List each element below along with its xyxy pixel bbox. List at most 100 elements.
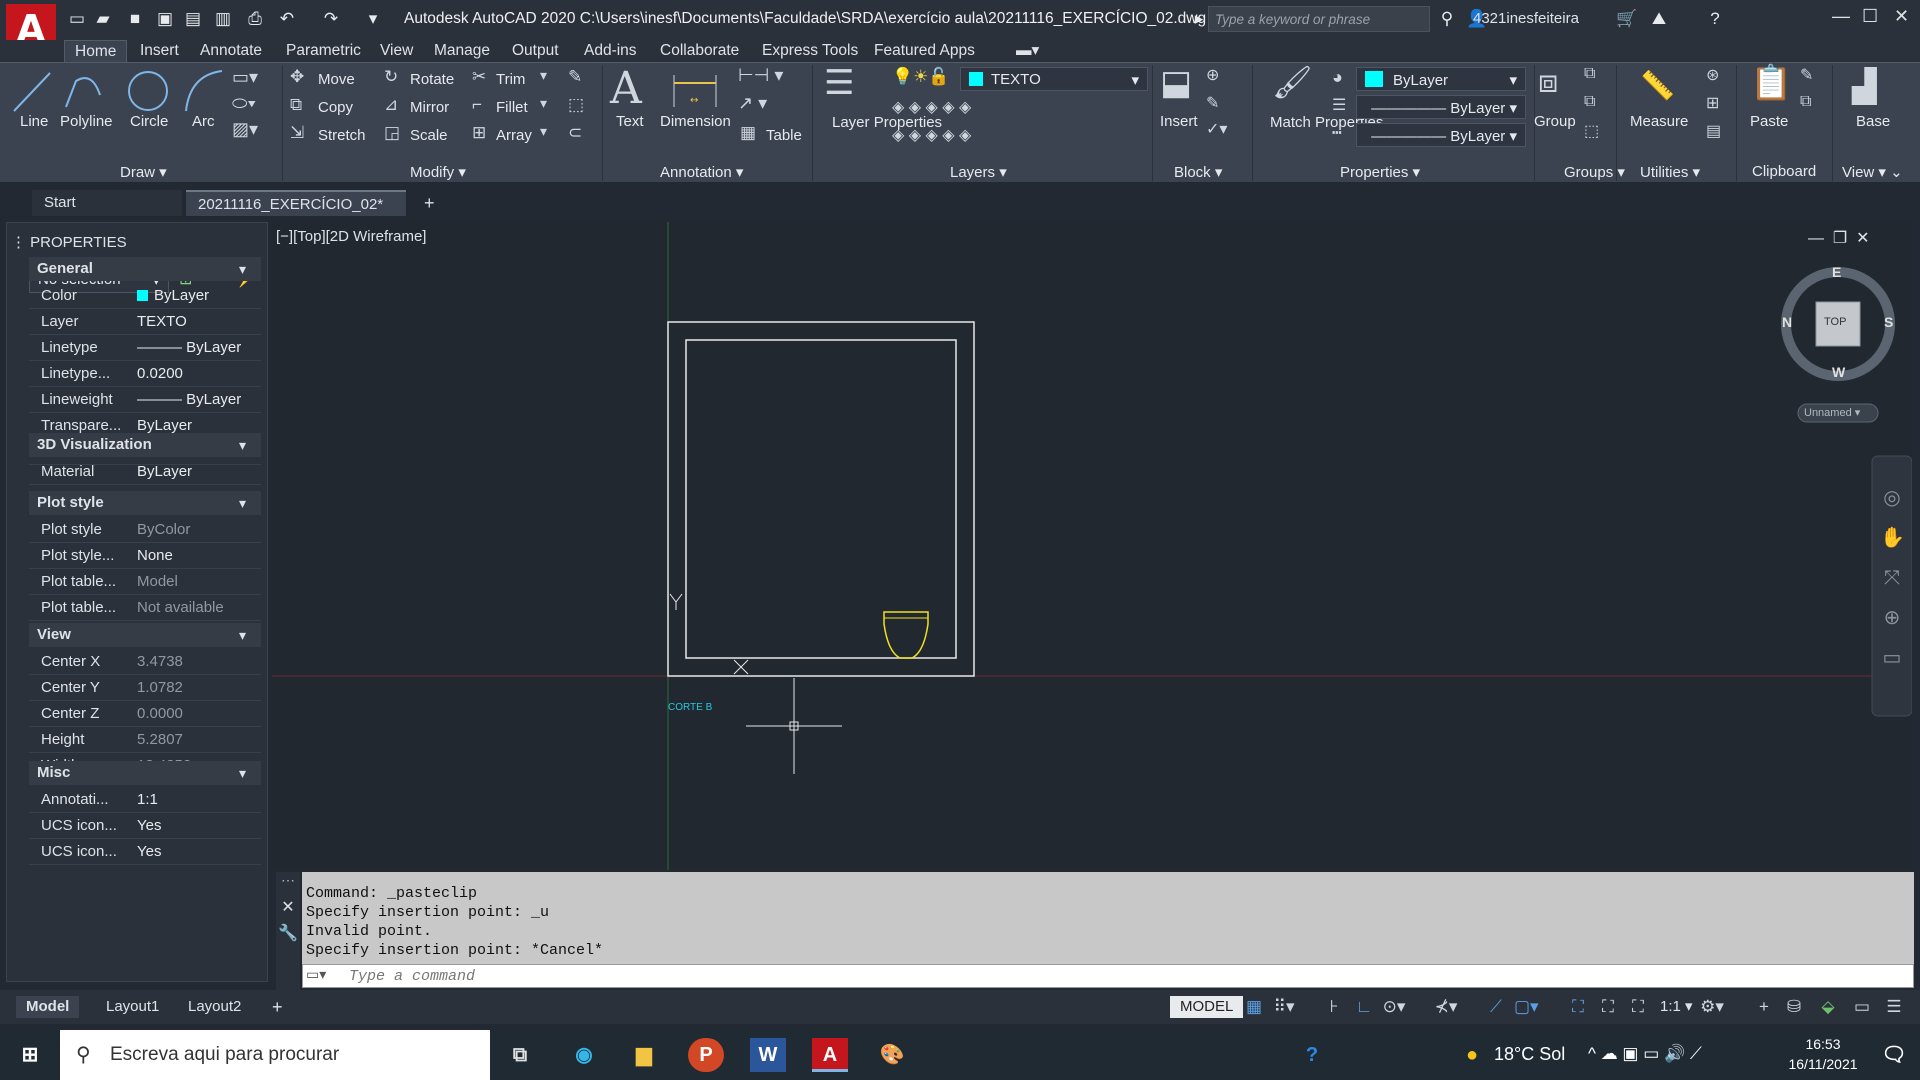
tab-start[interactable]: Start (32, 190, 182, 216)
array-button[interactable]: Array (496, 127, 532, 144)
section-general[interactable]: General (29, 257, 261, 281)
open-web-icon[interactable]: ▤ (182, 8, 204, 30)
color-wheel-icon[interactable]: ◕ (1332, 67, 1343, 88)
hatch-icon[interactable]: ▨▾ (232, 119, 258, 140)
close-icon[interactable]: ✕ (1894, 6, 1909, 27)
tab-layout1[interactable]: Layout1 (96, 996, 169, 1018)
select-all-icon[interactable]: ⊞ (1706, 93, 1719, 113)
tab-layout2[interactable]: Layout2 (178, 996, 251, 1018)
property-value[interactable]: ——— ByLayer (137, 335, 241, 361)
ortho-icon[interactable]: ⊦ (1322, 996, 1346, 1018)
clean-screen-icon[interactable]: ▭ (1850, 996, 1874, 1018)
group-edit-icon[interactable]: ⧉ (1584, 93, 1595, 111)
property-value[interactable]: Not available (137, 595, 224, 621)
block-panel-label[interactable]: Block ▾ (1174, 163, 1222, 183)
dimension-button[interactable]: Dimension (660, 113, 731, 130)
paste-button[interactable]: Paste (1750, 113, 1788, 130)
tray-icons[interactable]: ^ ☁ ▣ ▭ 🔊 ⟋ (1588, 1044, 1702, 1064)
help-icon[interactable]: ? (1704, 8, 1726, 30)
line-icon[interactable] (10, 67, 54, 117)
tab-output[interactable]: Output (502, 40, 569, 62)
fillet-dropdown-icon[interactable]: ▾ (540, 95, 547, 112)
section-viz[interactable]: 3D Visualization (29, 433, 261, 457)
property-row[interactable]: Annotati... 1:1 (29, 787, 261, 813)
array-dropdown-icon[interactable]: ▾ (540, 123, 547, 140)
property-row[interactable]: Center X 3.4738 (29, 649, 261, 675)
circle-icon[interactable] (126, 67, 170, 117)
binoculars-icon[interactable]: ⚲ (1436, 8, 1458, 30)
create-block-icon[interactable]: ⊕ (1206, 65, 1219, 85)
annotation-autoscale-icon[interactable]: ⛶ (1596, 996, 1620, 1018)
property-value[interactable]: 1.0782 (137, 675, 183, 701)
circle-button[interactable]: Circle (130, 113, 168, 130)
tab-insert[interactable]: Insert (130, 40, 189, 62)
add-layout-icon[interactable]: + (262, 996, 293, 1018)
polar-icon[interactable]: ∟ (1352, 996, 1376, 1018)
property-row[interactable]: Plot style ByColor (29, 517, 261, 543)
property-row[interactable]: Linetype... 0.0200 (29, 361, 261, 387)
erase-icon[interactable]: ✎ (568, 67, 582, 87)
annotation-scale-icon[interactable]: ⛶ (1626, 996, 1650, 1018)
arc-button[interactable]: Arc (192, 113, 215, 130)
collapse-icon[interactable]: ▾ (239, 433, 259, 457)
draw-panel-label[interactable]: Draw ▾ (120, 163, 167, 183)
property-value[interactable]: 5.2807 (137, 727, 183, 753)
tab-featured-apps[interactable]: Featured Apps (864, 40, 985, 62)
new-icon[interactable]: ▭ (66, 8, 88, 30)
open-icon[interactable]: ▰ (92, 8, 114, 30)
new-tab-icon[interactable]: + (412, 190, 447, 216)
property-value[interactable]: 0.0000 (137, 701, 183, 727)
match-properties-button[interactable]: Match Properties (1270, 113, 1383, 132)
tab-manage[interactable]: Manage (424, 40, 500, 62)
property-row[interactable]: Material ByLayer (29, 459, 261, 485)
property-value[interactable]: Yes (137, 839, 161, 865)
task-view-icon[interactable]: ⧉ (502, 1038, 538, 1072)
tab-model-layout[interactable]: Model (16, 996, 80, 1018)
move-button[interactable]: Move (318, 71, 355, 88)
property-row[interactable]: Center Y 1.0782 (29, 675, 261, 701)
compass-e[interactable]: E (1832, 264, 1841, 280)
command-line-grip[interactable]: ⋯ ✕ 🔧 (276, 872, 300, 990)
measure-button[interactable]: Measure (1630, 113, 1688, 130)
hardware-acceleration-icon[interactable]: ⬙ (1816, 996, 1840, 1018)
group-button[interactable]: Group (1534, 113, 1576, 130)
property-row[interactable]: Plot table... Model (29, 569, 261, 595)
customize-command-icon[interactable]: 🔧 (276, 923, 300, 943)
linear-dim-icon[interactable]: ⊢⊣ ▾ (738, 65, 783, 86)
save-icon[interactable]: ■ (124, 8, 146, 30)
word-icon[interactable]: W (750, 1038, 786, 1072)
calculator-icon[interactable]: ▤ (1706, 121, 1721, 141)
mirror-button[interactable]: Mirror (410, 99, 449, 116)
annotation-scale-dropdown[interactable]: 1:1 ▾ (1650, 996, 1703, 1018)
ungroup-icon[interactable]: ⧉ (1584, 65, 1595, 83)
property-value[interactable]: TEXTO (137, 309, 187, 335)
tab-add-ins[interactable]: Add-ins (574, 40, 647, 62)
maximize-icon[interactable]: ☐ (1862, 6, 1878, 27)
section-misc[interactable]: Misc (29, 761, 261, 785)
insert-button[interactable]: Insert (1160, 113, 1198, 130)
annotation-panel-label[interactable]: Annotation ▾ (660, 163, 743, 183)
layer-tools-row1-icon[interactable]: ◈ ◈ ◈ ◈ ◈ (892, 97, 971, 117)
paint-icon[interactable]: 🎨 (874, 1038, 910, 1072)
layer-dropdown[interactable]: TEXTO ▾ (960, 67, 1148, 91)
property-row[interactable]: Center Z 0.0000 (29, 701, 261, 727)
property-value[interactable]: 0.0200 (137, 361, 183, 387)
powerpoint-icon[interactable]: P (688, 1038, 724, 1072)
property-row[interactable]: Layer TEXTO (29, 309, 261, 335)
copy-clip-icon[interactable]: ⧉ (1800, 93, 1811, 111)
polar-tracking-icon[interactable]: ⊙▾ (1382, 996, 1406, 1018)
annotation-visibility-icon[interactable]: ⛶ (1566, 996, 1590, 1018)
help-tray-icon[interactable]: ? (1294, 1038, 1330, 1072)
edge-icon[interactable]: ◉ (566, 1038, 602, 1072)
viewcube-top[interactable]: TOP (1824, 316, 1846, 328)
property-row[interactable]: Height 5.2807 (29, 727, 261, 753)
property-value[interactable]: ByLayer (137, 283, 209, 309)
compass-w[interactable]: W (1832, 364, 1845, 380)
modify-panel-label[interactable]: Modify ▾ (410, 163, 466, 183)
collapse-icon[interactable]: ▾ (239, 257, 259, 281)
layer-tools-row2-icon[interactable]: ◈ ◈ ◈ ◈ ◈ (892, 125, 971, 145)
layer-on-icon[interactable]: 💡☀🔓 (892, 67, 950, 87)
trim-button[interactable]: Trim (496, 71, 525, 88)
property-value[interactable]: 3.4738 (137, 649, 183, 675)
properties-panel-label[interactable]: Properties ▾ (1340, 163, 1420, 183)
